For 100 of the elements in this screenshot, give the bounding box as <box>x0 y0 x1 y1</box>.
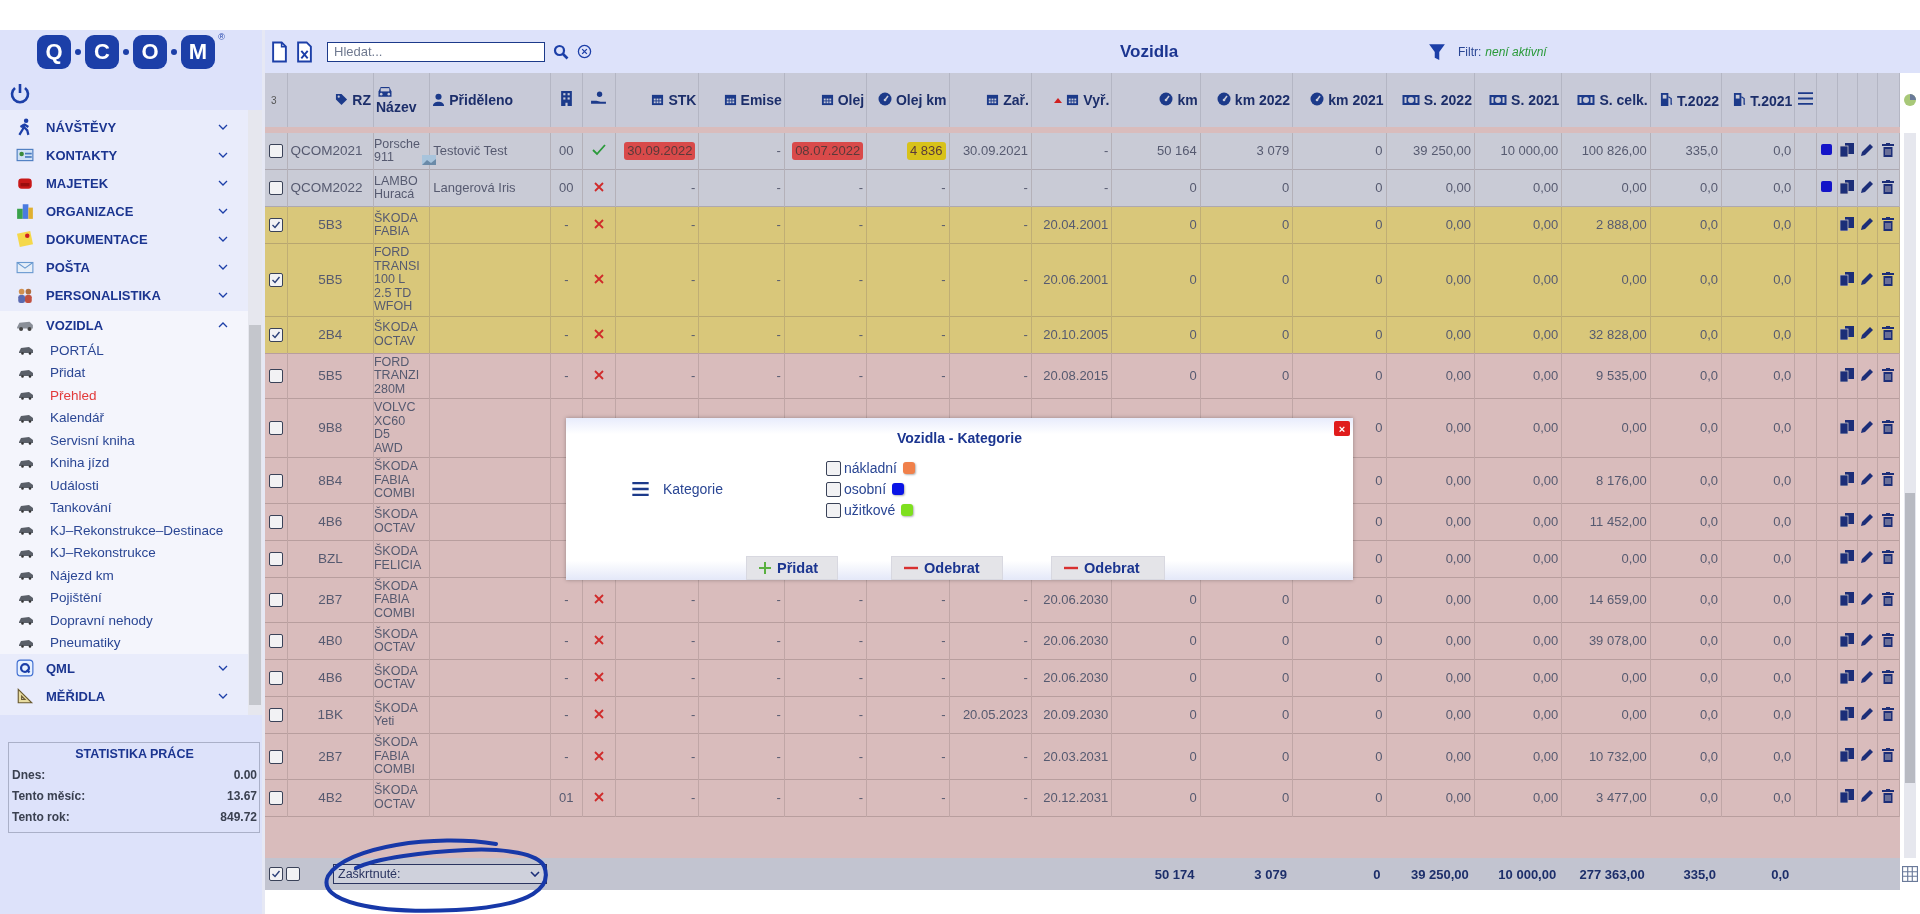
search-field[interactable]: Hledat... <box>327 41 545 62</box>
grid-icon[interactable] <box>1902 866 1918 882</box>
scrollbar[interactable] <box>248 110 262 715</box>
select-all-checkbox[interactable] <box>269 867 283 881</box>
nav-subitem[interactable]: Tankování <box>0 496 248 519</box>
table-row[interactable]: 5B3 ŠKODA FABIA - - - - - - 20.04.2001 0 0 0 0,00 0,00 2 888,00 0,0 0,0 <box>265 206 1900 244</box>
copy-icon[interactable] <box>1840 326 1855 341</box>
table-row[interactable]: 4B2 ŠKODA OCTAV 01 - - - - - 20.12.2031 0 0 0 0,00 0,00 3 477,00 0,0 0,0 <box>265 779 1900 816</box>
pencil-icon[interactable] <box>1860 472 1875 486</box>
trash-icon[interactable] <box>1882 326 1895 341</box>
trash-icon[interactable] <box>1882 513 1895 528</box>
nav-item[interactable]: MĚŘIDLA <box>0 682 248 710</box>
pencil-icon[interactable] <box>1860 632 1875 647</box>
pencil-icon[interactable] <box>1860 216 1875 231</box>
trash-icon[interactable] <box>1882 419 1895 434</box>
category-checkbox[interactable] <box>826 502 841 518</box>
nav-subitem[interactable]: Pojištění <box>0 586 248 609</box>
row-checkbox[interactable] <box>269 473 283 488</box>
trash-icon[interactable] <box>1882 472 1895 486</box>
copy-icon[interactable] <box>1840 550 1855 565</box>
pencil-icon[interactable] <box>1860 419 1875 434</box>
row-checkbox[interactable] <box>269 327 283 342</box>
nav-subitem[interactable]: Nájezd km <box>0 564 248 587</box>
nav-subitem[interactable]: Přidat <box>0 361 248 384</box>
pencil-icon[interactable] <box>1860 367 1875 382</box>
copy-icon[interactable] <box>1840 513 1855 528</box>
row-checkbox[interactable] <box>269 181 283 196</box>
trash-icon[interactable] <box>1882 367 1895 382</box>
nav-subitem[interactable]: Kniha jízd <box>0 451 248 474</box>
nav-item[interactable]: VOZIDLA <box>0 311 248 339</box>
trash-icon[interactable] <box>1882 179 1895 194</box>
nav-subitem[interactable]: Dopravní nehody <box>0 609 248 632</box>
pencil-icon[interactable] <box>1860 326 1875 341</box>
dialog-button[interactable]: Odebrat <box>1051 556 1165 580</box>
nav-item[interactable]: MAJETEK <box>0 169 248 197</box>
copy-icon[interactable] <box>1840 748 1855 762</box>
table-row[interactable]: 4B6 ŠKODA OCTAV - - - - - - 20.06.2030 0 0 0 0,00 0,00 0,00 0,0 0,0 <box>265 659 1900 697</box>
copy-icon[interactable] <box>1840 706 1855 721</box>
copy-icon[interactable] <box>1840 789 1855 804</box>
table-row[interactable]: 2B4 ŠKODA OCTAV - - - - - - 20.10.2005 0 0 0 0,00 0,00 32 828,00 0,0 0,0 <box>265 316 1900 353</box>
row-checkbox[interactable] <box>269 593 283 608</box>
copy-icon[interactable] <box>1840 179 1855 194</box>
copy-icon[interactable] <box>1840 216 1855 231</box>
trash-icon[interactable] <box>1882 550 1895 565</box>
copy-icon[interactable] <box>1840 142 1855 157</box>
trash-icon[interactable] <box>1882 748 1895 762</box>
pencil-icon[interactable] <box>1860 271 1875 286</box>
new-document-icon[interactable] <box>271 40 288 63</box>
nav-item[interactable]: ORGANIZACE <box>0 197 248 225</box>
trash-icon[interactable] <box>1882 632 1895 647</box>
copy-icon[interactable] <box>1840 419 1855 434</box>
pencil-icon[interactable] <box>1860 513 1875 528</box>
select-none-checkbox[interactable] <box>286 867 300 881</box>
row-checkbox[interactable] <box>269 790 283 805</box>
category-checkbox[interactable] <box>826 481 841 497</box>
copy-icon[interactable] <box>1840 591 1855 606</box>
table-row[interactable]: 5B5 FORD TRANSI 100 L 2.5 TD WFOH - - - - - - 20.06.2001 0 0 0 0,00 0,00 0,00 0,0 0,0 <box>265 243 1900 316</box>
table-row[interactable]: 4B0 ŠKODA OCTAV - - - - - - 20.06.2030 0 0 0 0,00 0,00 39 078,00 0,0 0,0 <box>265 622 1900 660</box>
pencil-icon[interactable] <box>1860 591 1875 606</box>
pencil-icon[interactable] <box>1860 179 1875 194</box>
table-row[interactable]: 2B7 ŠKODA FABIA COMBI - - - - - - 20.06.2030 0 0 0 0,00 0,00 14 659,00 0,0 0,0 <box>265 577 1900 623</box>
nav-subitem[interactable]: Kalendář <box>0 406 248 429</box>
row-checkbox[interactable] <box>269 551 283 566</box>
pencil-icon[interactable] <box>1860 789 1875 804</box>
search-icon[interactable] <box>553 43 569 60</box>
table-row[interactable]: 1BK ŠKODA Yeti - - - - - 20.05.2023 20.09.2030 0 0 0 0,00 0,00 0,00 0,0 0,0 <box>265 696 1900 734</box>
clear-icon[interactable] <box>577 44 592 59</box>
pencil-icon[interactable] <box>1860 669 1875 684</box>
dialog-button[interactable]: Přidat <box>746 556 838 580</box>
nav-item[interactable]: PERSONALISTIKA <box>0 281 248 309</box>
nav-item[interactable]: DOKUMENTACE <box>0 225 248 253</box>
power-icon[interactable] <box>8 82 32 106</box>
copy-icon[interactable] <box>1840 367 1855 382</box>
nav-subitem[interactable]: PORTÁL <box>0 339 248 362</box>
row-checkbox[interactable] <box>269 634 283 649</box>
dialog-button[interactable]: Odebrat <box>891 556 1003 580</box>
nav-item[interactable]: KONTAKTY <box>0 141 248 169</box>
category-checkbox[interactable] <box>826 460 841 476</box>
nav-subitem[interactable]: Servisní kniha <box>0 429 248 452</box>
nav-subitem[interactable]: Pneumatiky <box>0 631 248 654</box>
copy-icon[interactable] <box>1840 271 1855 286</box>
copy-icon[interactable] <box>1840 669 1855 684</box>
trash-icon[interactable] <box>1882 271 1895 286</box>
trash-icon[interactable] <box>1882 216 1895 231</box>
nav-item[interactable]: POŠTA <box>0 253 248 281</box>
row-checkbox[interactable] <box>269 218 283 233</box>
copy-icon[interactable] <box>1840 472 1855 486</box>
row-checkbox[interactable] <box>269 369 283 384</box>
trash-icon[interactable] <box>1882 591 1895 606</box>
trash-icon[interactable] <box>1882 669 1895 684</box>
table-row[interactable]: 2B7 ŠKODA FABIA COMBI - - - - - - 20.03.2031 0 0 0 0,00 0,00 10 732,00 0,0 0,0 <box>265 733 1900 779</box>
close-button[interactable]: × <box>1334 421 1350 436</box>
pencil-icon[interactable] <box>1860 142 1875 157</box>
pie-icon[interactable] <box>1903 93 1917 107</box>
pencil-icon[interactable] <box>1860 748 1875 762</box>
pencil-icon[interactable] <box>1860 550 1875 565</box>
nav-item[interactable]: NÁVŠTĚVY <box>0 113 248 141</box>
nav-item[interactable]: QML <box>0 654 248 682</box>
pencil-icon[interactable] <box>1860 706 1875 721</box>
row-checkbox[interactable] <box>269 671 283 686</box>
